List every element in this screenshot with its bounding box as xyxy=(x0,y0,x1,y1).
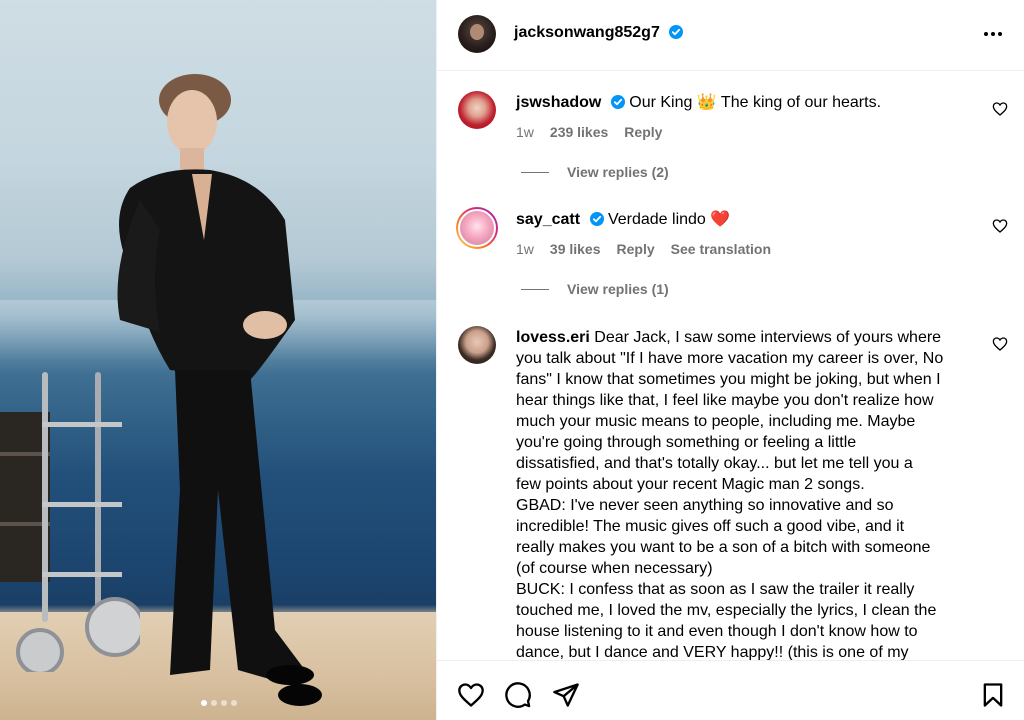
commenter-avatar[interactable] xyxy=(458,91,496,129)
comment-text-line: Dear Jack, I saw some interviews of your… xyxy=(594,329,942,346)
post-header: jacksonwang852g7 xyxy=(437,0,1024,71)
comments-list[interactable]: jswshadow Our King 👑 The king of our hea… xyxy=(437,72,1024,660)
comment-text-line: GBAD: I've never seen anything so innova… xyxy=(516,497,894,514)
comment-line-1: lovess.eri Dear Jack, I saw some intervi… xyxy=(516,327,986,348)
comment-body: lovess.eri Dear Jack, I saw some intervi… xyxy=(516,327,986,660)
view-replies-line xyxy=(521,171,549,173)
comment-likes[interactable]: 39 likes xyxy=(550,241,601,257)
comment-text-line: fans" I know that sometimes you might be… xyxy=(516,371,941,388)
carousel-dot[interactable] xyxy=(211,700,217,706)
comment-text: Our King 👑 The king of our hearts. xyxy=(629,94,882,111)
comment-text-line: you're going through something or feelin… xyxy=(516,434,857,451)
carousel-indicator xyxy=(201,700,237,706)
verified-badge-icon xyxy=(610,95,625,109)
heart-icon[interactable] xyxy=(457,681,485,709)
person-in-black-suit xyxy=(117,74,322,706)
commenter-username[interactable]: jswshadow xyxy=(516,94,601,111)
view-replies-button[interactable]: View replies (2) xyxy=(521,164,669,180)
post-photo[interactable] xyxy=(0,0,436,720)
comment-text-line: touched me, I loved the mv, especially t… xyxy=(516,602,937,619)
comment-meta: 1w 39 likes Reply See translation xyxy=(516,241,771,257)
comment-likes[interactable]: 239 likes xyxy=(550,124,608,140)
comment-text-line: house listening to it and even though I … xyxy=(516,623,918,640)
comment-meta: 1w 239 likes Reply xyxy=(516,124,662,140)
comment-text-line: you talk about "If I have more vacation … xyxy=(516,350,944,367)
comment-text-line: dance, but I dance and VERY happy!! (thi… xyxy=(516,644,909,660)
comment-text-line: BUCK: I confess that as soon as I saw th… xyxy=(516,581,915,598)
comment-body: jswshadow Our King 👑 The king of our hea… xyxy=(516,92,978,113)
comment-text-line: hear things like that, I feel like maybe… xyxy=(516,392,934,409)
view-replies-button[interactable]: View replies (1) xyxy=(521,281,669,297)
comment-icon[interactable] xyxy=(504,681,532,709)
reply-button[interactable]: Reply xyxy=(617,241,655,257)
view-replies-label[interactable]: View replies (2) xyxy=(567,164,669,180)
verified-badge-icon xyxy=(669,25,684,39)
carousel-dot-active[interactable] xyxy=(201,700,207,706)
commenter-username[interactable]: lovess.eri xyxy=(516,329,590,346)
comment-text-line: dissatisfied, and that's totally okay...… xyxy=(516,455,913,472)
reply-button[interactable]: Reply xyxy=(624,124,662,140)
verified-badge-icon xyxy=(589,212,604,226)
carousel-dot[interactable] xyxy=(231,700,237,706)
post-action-bar xyxy=(437,660,1024,720)
see-translation-button[interactable]: See translation xyxy=(671,241,771,257)
comment-text: Verdade lindo ❤️ xyxy=(607,211,731,228)
author-username[interactable]: jacksonwang852g7 xyxy=(514,24,684,42)
author-username-text[interactable]: jacksonwang852g7 xyxy=(514,24,660,41)
author-avatar[interactable] xyxy=(458,15,496,53)
comment-like-heart-icon[interactable] xyxy=(992,336,1008,352)
comment-text-line: few points about your recent Magic man 2… xyxy=(516,476,865,493)
send-icon[interactable] xyxy=(552,681,580,709)
comment-text-line: incredible! The music gives off such a g… xyxy=(516,518,905,535)
comment-text-line: (of course when necessary) xyxy=(516,560,713,577)
comment-like-heart-icon[interactable] xyxy=(992,218,1008,234)
commenter-username[interactable]: say_catt xyxy=(516,211,580,228)
comment-time[interactable]: 1w xyxy=(516,241,534,257)
bookmark-icon[interactable] xyxy=(979,681,1007,709)
more-horizontal-icon[interactable] xyxy=(981,22,1005,46)
view-replies-line xyxy=(521,288,549,290)
comment-like-heart-icon[interactable] xyxy=(992,101,1008,117)
commenter-avatar-story-ring[interactable] xyxy=(456,207,498,249)
post-side-panel: jacksonwang852g7 jswshadow Our King 👑 Th… xyxy=(436,0,1024,720)
comment-time[interactable]: 1w xyxy=(516,124,534,140)
commenter-avatar xyxy=(458,209,496,247)
comment-text-line: much your music means to people, includi… xyxy=(516,413,916,430)
comment-body: say_catt Verdade lindo ❤️ xyxy=(516,209,978,230)
carousel-dot[interactable] xyxy=(221,700,227,706)
view-replies-label[interactable]: View replies (1) xyxy=(567,281,669,297)
comment-text-line: really makes you want to be a son of a b… xyxy=(516,539,931,556)
commenter-avatar[interactable] xyxy=(458,326,496,364)
